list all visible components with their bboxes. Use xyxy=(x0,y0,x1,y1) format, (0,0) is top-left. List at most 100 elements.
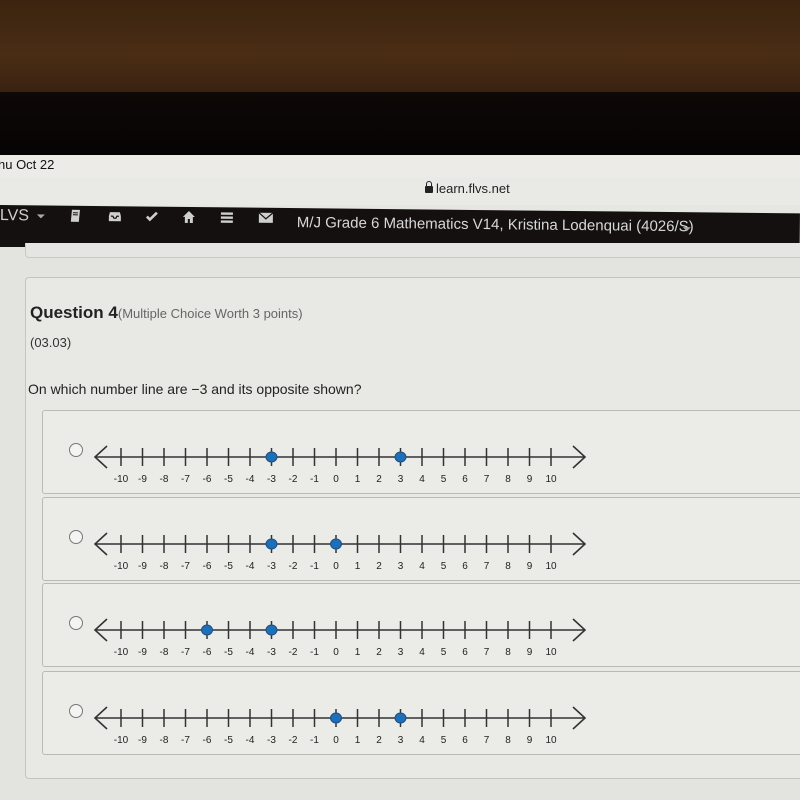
menu-icon[interactable] xyxy=(219,210,235,226)
tick-label: 5 xyxy=(441,647,447,658)
tick-label: 7 xyxy=(484,735,490,746)
tick-label: -8 xyxy=(160,474,169,485)
tick-label: -2 xyxy=(289,561,298,572)
tick-label: -1 xyxy=(310,735,319,746)
tick-label: -1 xyxy=(310,647,319,658)
tick-label: 3 xyxy=(398,561,404,572)
tick-label: 4 xyxy=(419,647,425,658)
question-heading: Question 4(Multiple Choice Worth 3 point… xyxy=(30,303,303,323)
tick-label: 10 xyxy=(545,561,557,572)
tick-label: 7 xyxy=(484,561,490,572)
tick-label: -5 xyxy=(224,474,233,485)
plotted-point xyxy=(330,712,342,724)
checkmark-icon[interactable] xyxy=(144,210,160,226)
tick-label: -7 xyxy=(181,474,190,485)
tick-label: 4 xyxy=(419,735,425,746)
tick-label: -9 xyxy=(138,474,147,485)
answer-option-3[interactable]: -10 -9 -8 -7 -6 -5 -4 -3 -2 -1 0 1 2 3 4 5 6 7 8 9 10 xyxy=(42,583,800,667)
tick-label: -9 xyxy=(138,561,147,572)
status-date: hu Oct 22 xyxy=(0,157,55,172)
tick-label: -8 xyxy=(160,735,169,746)
number-line: -10 -9 -8 -7 -6 -5 -4 -3 -2 -1 0 1 2 3 4 5 6 7 8 9 10 xyxy=(93,532,587,572)
tick-label: 8 xyxy=(505,735,511,746)
tick-label: -10 xyxy=(114,735,129,746)
tick-label: 4 xyxy=(419,561,425,572)
tick-label: -3 xyxy=(267,647,276,658)
tick-label: 1 xyxy=(355,647,361,658)
chevron-down-icon[interactable] xyxy=(682,227,691,232)
tick-label: 10 xyxy=(545,735,557,746)
tick-label: -3 xyxy=(267,561,276,572)
tick-label: -8 xyxy=(160,647,169,658)
tick-label: -1 xyxy=(310,561,319,572)
tick-label: -10 xyxy=(114,561,129,572)
tick-label: -2 xyxy=(289,735,298,746)
tick-label: -3 xyxy=(267,735,276,746)
tick-label: 3 xyxy=(398,474,404,485)
plotted-point xyxy=(330,538,342,550)
tick-label: 0 xyxy=(333,735,339,746)
tick-label: 9 xyxy=(527,474,533,485)
tick-label: 10 xyxy=(545,474,557,485)
chevron-down-icon[interactable] xyxy=(36,214,45,219)
tick-label: -5 xyxy=(224,561,233,572)
previous-question-card xyxy=(25,243,800,258)
tick-label: -6 xyxy=(203,561,212,572)
tick-label: 9 xyxy=(527,647,533,658)
status-bar: hu Oct 22 xyxy=(0,155,800,177)
tick-label: 5 xyxy=(441,735,447,746)
tick-label: 2 xyxy=(376,647,382,658)
tick-label: -4 xyxy=(246,561,255,572)
tick-label: 10 xyxy=(545,647,557,658)
tick-label: 1 xyxy=(355,735,361,746)
plotted-point xyxy=(394,712,407,724)
tick-label: -10 xyxy=(114,647,129,658)
tick-label: -6 xyxy=(203,474,212,485)
brand-menu[interactable]: LVS xyxy=(0,205,29,227)
answer-option-2[interactable]: -10 -9 -8 -7 -6 -5 -4 -3 -2 -1 0 1 2 3 4 5 6 7 8 9 10 xyxy=(42,497,800,581)
plotted-point xyxy=(201,624,213,636)
tick-label: -9 xyxy=(138,735,147,746)
tick-label: -4 xyxy=(246,474,255,485)
tick-label: -6 xyxy=(203,647,212,658)
tick-label: -3 xyxy=(267,474,276,485)
tick-label: -7 xyxy=(181,561,190,572)
number-line: -10 -9 -8 -7 -6 -5 -4 -3 -2 -1 0 1 2 3 4 5 6 7 8 9 10 xyxy=(93,445,587,485)
plotted-point xyxy=(265,624,278,636)
tick-label: 3 xyxy=(398,647,404,658)
address-bar[interactable]: learn.flvs.net xyxy=(0,177,800,205)
answer-option-4[interactable]: -10 -9 -8 -7 -6 -5 -4 -3 -2 -1 0 1 2 3 4 5 6 7 8 9 10 xyxy=(42,671,800,755)
background-photo-top xyxy=(0,0,800,92)
tick-label: 9 xyxy=(527,561,533,572)
tick-label: 9 xyxy=(527,735,533,746)
tick-label: 1 xyxy=(355,474,361,485)
tick-label: 4 xyxy=(419,474,425,485)
tick-label: -5 xyxy=(224,735,233,746)
envelope-icon[interactable] xyxy=(258,211,274,227)
tick-label: 8 xyxy=(505,647,511,658)
url-text[interactable]: learn.flvs.net xyxy=(436,181,510,196)
tick-label: 3 xyxy=(398,735,404,746)
tick-label: -10 xyxy=(114,474,129,485)
tick-label: -4 xyxy=(246,647,255,658)
tick-label: 2 xyxy=(376,561,382,572)
tick-label: 6 xyxy=(462,647,468,658)
plotted-point xyxy=(265,538,278,550)
answer-option-1[interactable]: -10 -9 -8 -7 -6 -5 -4 -3 -2 -1 0 1 2 3 4 5 6 7 8 9 10 xyxy=(42,410,800,494)
tick-label: 8 xyxy=(505,474,511,485)
book-icon[interactable] xyxy=(68,209,84,225)
tick-label: -4 xyxy=(246,735,255,746)
course-title[interactable]: M/J Grade 6 Mathematics V14, Kristina Lo… xyxy=(297,214,694,235)
tick-label: 1 xyxy=(355,561,361,572)
lock-icon xyxy=(425,181,433,193)
tick-label: 7 xyxy=(484,474,490,485)
tick-label: 0 xyxy=(333,474,339,485)
tick-label: -7 xyxy=(181,735,190,746)
tick-label: 0 xyxy=(333,561,339,572)
monitor-bezel xyxy=(0,92,800,156)
tick-label: 7 xyxy=(484,647,490,658)
plotted-point xyxy=(265,451,278,463)
inbox-icon[interactable] xyxy=(107,209,123,225)
home-icon[interactable] xyxy=(181,210,197,226)
tick-label: 5 xyxy=(441,561,447,572)
